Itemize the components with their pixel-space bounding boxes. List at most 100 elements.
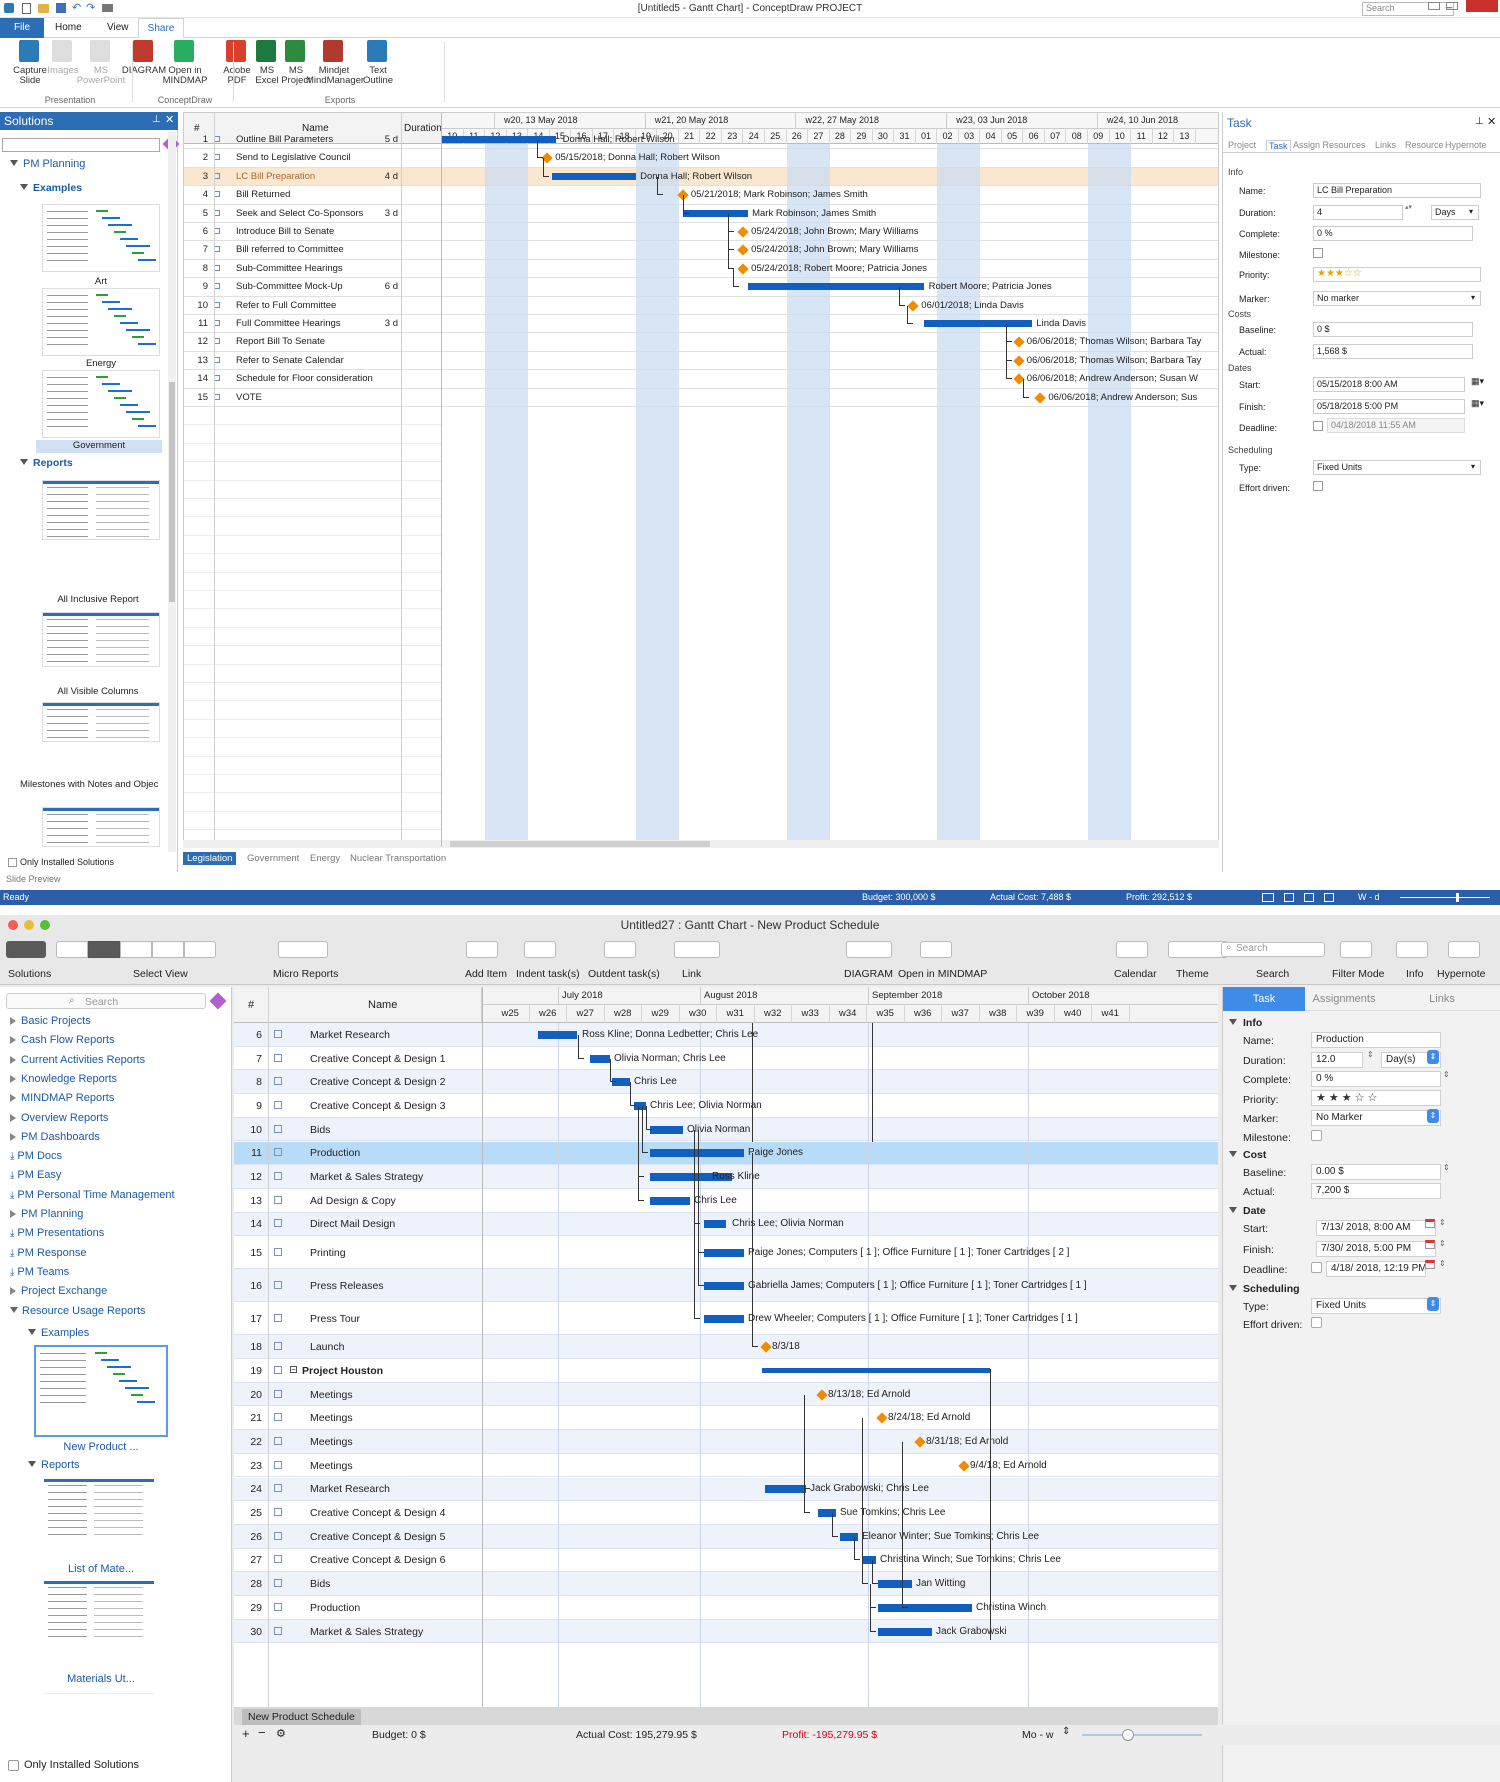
table-row[interactable]: 19 − Project Houston — [234, 1359, 1218, 1383]
stepper-icon[interactable]: ⇕ — [1439, 1218, 1446, 1227]
panel-tab[interactable]: Hypernote — [1445, 140, 1487, 150]
tree-item[interactable]: PM Planning — [10, 1208, 83, 1220]
panel-tab[interactable]: Project — [1228, 140, 1256, 150]
task-duration[interactable]: 6 d — [374, 281, 398, 292]
tree-item[interactable]: Overview Reports — [10, 1112, 108, 1124]
panel-tab[interactable]: Task — [1223, 987, 1305, 1011]
tab-file[interactable]: File — [0, 18, 44, 38]
tree-examples[interactable]: Examples — [28, 1327, 89, 1339]
report-thumbnail[interactable] — [42, 612, 160, 667]
table-row[interactable]: 6 Introduce Bill to Senate — [184, 223, 1218, 242]
task-bar[interactable] — [538, 1030, 577, 1039]
task-name[interactable]: Printing — [310, 1247, 346, 1259]
view-dashboard-button[interactable] — [152, 941, 184, 958]
table-row[interactable]: 20 Meetings — [234, 1382, 1218, 1407]
task-name[interactable]: Bids — [310, 1578, 330, 1590]
toolbar-icon-button[interactable] — [466, 941, 498, 958]
view-gantt-button[interactable] — [56, 941, 88, 958]
name-field[interactable]: LC Bill Preparation — [1313, 183, 1481, 198]
only-installed-checkbox[interactable] — [8, 858, 17, 867]
summary-bar[interactable] — [762, 1367, 990, 1373]
task-name[interactable]: Market & Sales Strategy — [310, 1626, 423, 1638]
task-name[interactable]: Creative Concept & Design 5 — [310, 1531, 445, 1543]
tree-item[interactable]: Project Exchange — [10, 1285, 107, 1297]
restore-button[interactable] — [1446, 2, 1458, 10]
table-row[interactable]: 29 Production — [234, 1596, 1218, 1620]
priority-stars[interactable]: ★★★☆☆ — [1311, 1090, 1441, 1106]
micro-reports-button[interactable] — [278, 941, 328, 958]
table-row[interactable]: 7 Creative Concept & Design 1 — [234, 1046, 1218, 1071]
task-bar[interactable] — [590, 1054, 610, 1063]
tree-reports[interactable]: Reports — [28, 1459, 80, 1471]
task-name[interactable]: Project Houston — [302, 1365, 383, 1377]
sheet-tab[interactable]: Government — [243, 852, 303, 865]
close-button[interactable] — [1466, 0, 1498, 12]
panel-tab[interactable]: Links — [1375, 140, 1396, 150]
view-icon[interactable] — [1284, 893, 1294, 902]
complete-field[interactable]: 0 % — [1313, 226, 1473, 241]
tab-view[interactable]: View — [107, 22, 129, 33]
tree-pm-planning[interactable]: PM Planning — [10, 158, 85, 170]
sidebar-scrollbar-thumb[interactable] — [169, 382, 175, 602]
actual-field[interactable]: 1,568 $ — [1313, 344, 1473, 359]
close-icon[interactable]: ✕ — [165, 113, 174, 126]
view-list-button[interactable] — [88, 941, 120, 958]
tree-item[interactable]: PM Dashboards — [10, 1131, 100, 1143]
tree-item[interactable]: ⤓ PM Personal Time Management — [10, 1189, 175, 1201]
tree-item[interactable]: ⤓ PM Teams — [10, 1266, 69, 1278]
solutions-search-input[interactable] — [2, 138, 160, 152]
calendar-icon[interactable] — [1425, 1240, 1435, 1249]
table-row[interactable]: 18 Launch — [234, 1335, 1218, 1359]
section-header[interactable]: Cost — [1229, 1149, 1266, 1161]
task-bar[interactable] — [683, 209, 748, 217]
task-name[interactable]: Production — [310, 1147, 360, 1159]
task-name[interactable]: Creative Concept & Design 1 — [310, 1053, 445, 1065]
stepper-icon[interactable]: ▴▾ — [1405, 203, 1412, 211]
tree-examples[interactable]: Examples — [20, 182, 82, 194]
only-installed-checkbox[interactable] — [8, 1760, 19, 1771]
tree-item[interactable]: ⤓ PM Presentations — [10, 1227, 104, 1239]
task-name[interactable]: Bids — [310, 1124, 330, 1136]
type-select[interactable]: Fixed Units — [1311, 1298, 1441, 1314]
report-thumbnail[interactable] — [44, 1479, 154, 1559]
calendar-icon[interactable] — [1425, 1219, 1435, 1228]
tree-item[interactable]: Cash Flow Reports — [10, 1034, 115, 1046]
task-name[interactable]: Refer to Senate Calendar — [236, 355, 344, 366]
effort-driven-checkbox[interactable] — [1311, 1317, 1322, 1328]
table-row[interactable]: 10 Refer to Full Committee — [184, 297, 1218, 315]
view-icon[interactable] — [1304, 893, 1314, 902]
task-name[interactable]: Seek and Select Co-Sponsors — [236, 208, 363, 219]
start-date-field[interactable]: 05/15/2018 8:00 AM — [1313, 377, 1465, 392]
filter-icon[interactable] — [209, 992, 227, 1010]
name-field[interactable]: Production — [1311, 1032, 1441, 1048]
panel-tab[interactable]: Assignments — [1305, 987, 1383, 1011]
table-row[interactable]: 21 Meetings — [234, 1406, 1218, 1431]
table-row[interactable]: 9 Sub-Committee Mock-Up 6 d — [184, 278, 1218, 297]
complete-field[interactable]: 0 % — [1311, 1071, 1441, 1087]
table-row[interactable]: 30 Market & Sales Strategy — [234, 1619, 1218, 1644]
task-duration[interactable]: 3 d — [374, 208, 398, 219]
gear-icon[interactable]: ⚙ — [276, 1727, 286, 1740]
close-icon[interactable]: ✕ — [1487, 115, 1496, 128]
task-name[interactable]: VOTE — [236, 392, 262, 403]
task-name[interactable]: Ad Design & Copy — [310, 1195, 396, 1207]
finish-date-field[interactable]: 05/18/2018 5:00 PM — [1313, 399, 1465, 414]
task-bar[interactable] — [704, 1248, 744, 1257]
report-thumbnail[interactable] — [42, 480, 160, 540]
task-name[interactable]: Full Committee Hearings — [236, 318, 341, 329]
task-bar[interactable] — [878, 1627, 932, 1636]
task-name[interactable]: Meetings — [310, 1436, 353, 1448]
toolbar-icon-button[interactable] — [524, 941, 556, 958]
stepper-icon[interactable]: ⇕ — [1443, 1163, 1450, 1172]
stepper-icon[interactable]: ⇕ — [1439, 1239, 1446, 1248]
task-duration[interactable]: 4 d — [374, 171, 398, 182]
zoom-slider-handle[interactable] — [1122, 1729, 1134, 1741]
table-row[interactable]: 24 Market Research — [234, 1477, 1218, 1502]
marker-select[interactable]: No marker — [1313, 291, 1481, 306]
view-doc-button[interactable] — [184, 941, 216, 958]
task-bar[interactable] — [551, 172, 636, 180]
deadline-date-field[interactable]: 04/18/2018 11:55 AM — [1327, 418, 1465, 433]
zoom-slider[interactable] — [1400, 897, 1490, 898]
task-name[interactable]: LC Bill Preparation — [236, 171, 315, 182]
task-name[interactable]: Press Tour — [310, 1313, 360, 1325]
